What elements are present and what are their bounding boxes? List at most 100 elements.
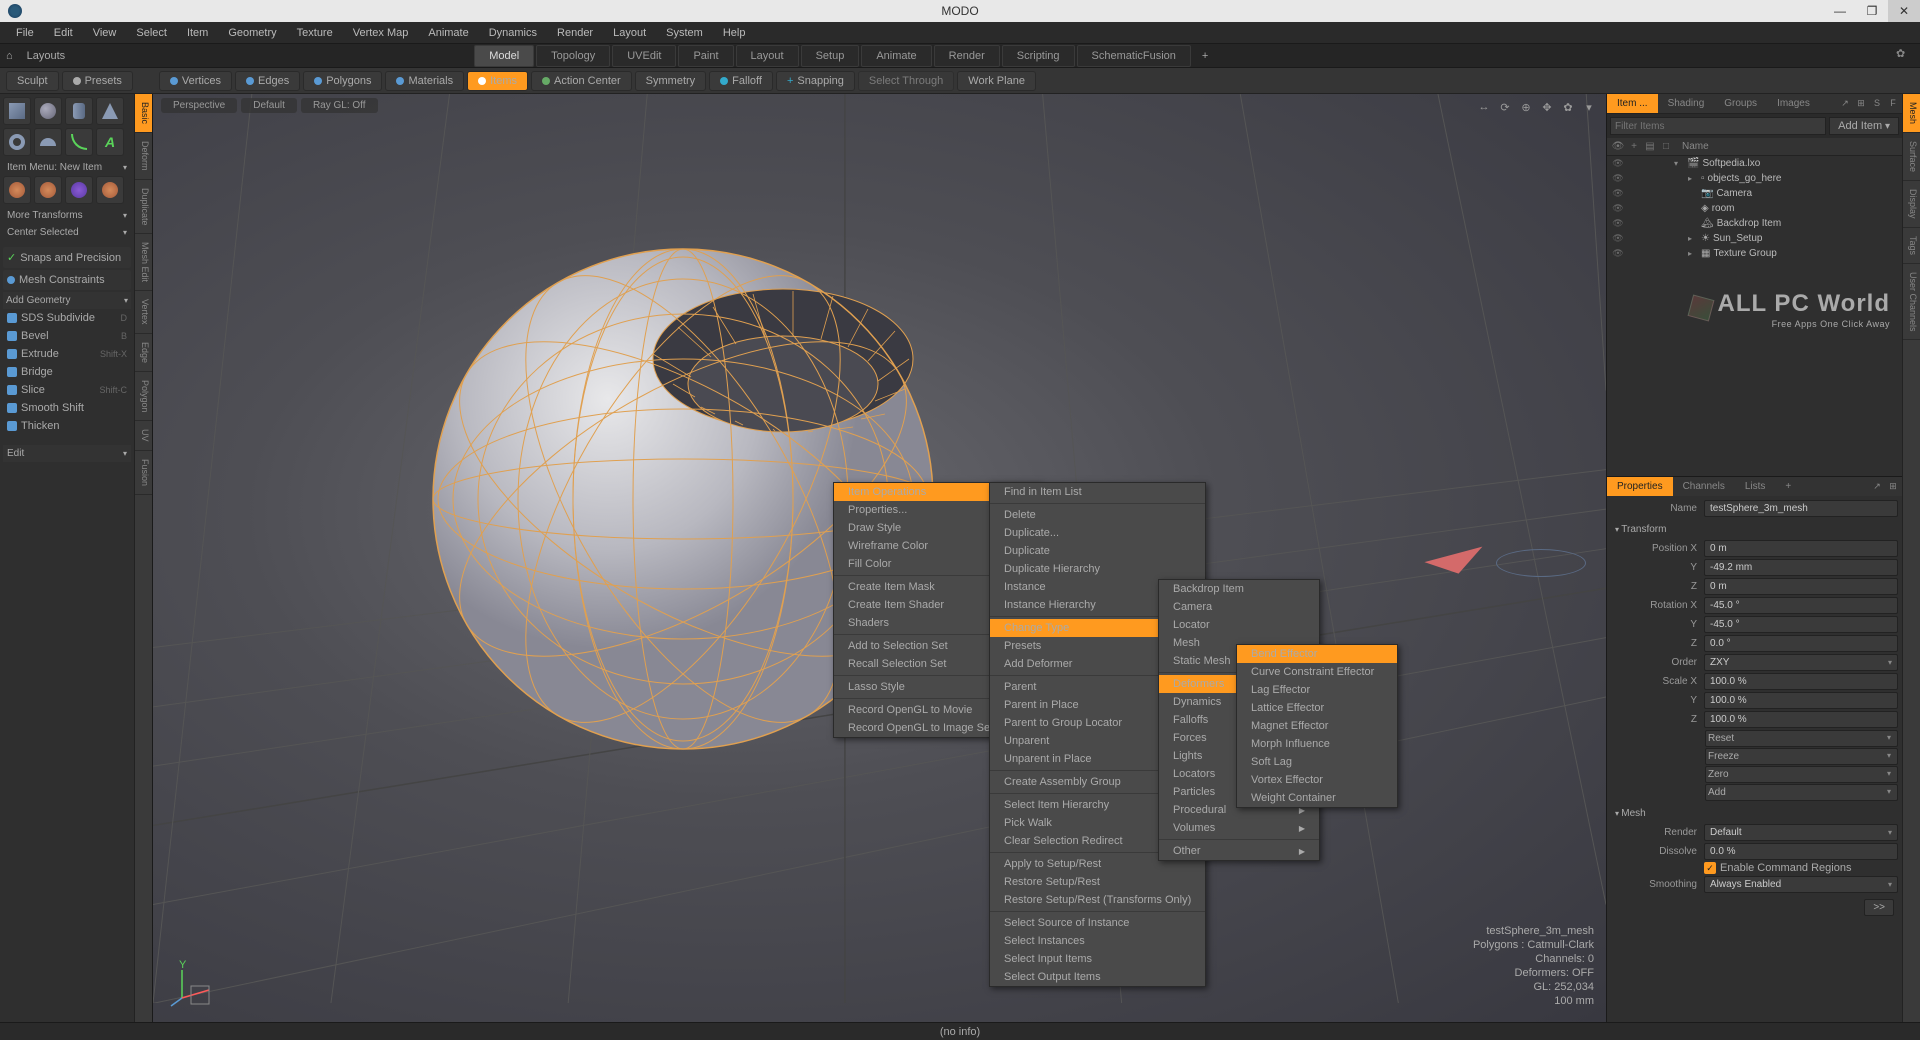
menu-texture[interactable]: Texture — [287, 22, 343, 44]
right-side-tab-tags[interactable]: Tags — [1903, 228, 1920, 264]
panel-tab-item[interactable]: Item ... — [1607, 94, 1658, 113]
go-button[interactable]: >> — [1864, 899, 1894, 916]
snapping-button[interactable]: +Snapping — [776, 71, 855, 91]
name-field[interactable]: testSphere_3m_mesh — [1704, 500, 1898, 517]
layout-tab-layout[interactable]: Layout — [736, 45, 799, 67]
panel-tab-icon-0[interactable]: ↗ — [1838, 96, 1852, 110]
snaps-section[interactable]: ✓Snaps and Precision — [3, 247, 131, 268]
side-tab-basic[interactable]: Basic — [135, 94, 152, 133]
action-center-button[interactable]: Action Center — [531, 71, 632, 91]
menu-item-lag-effector[interactable]: Lag Effector — [1237, 681, 1397, 699]
add-item-button[interactable]: Add Item ▾ — [1829, 117, 1899, 135]
minimize-button[interactable]: — — [1824, 0, 1856, 22]
falloff-button[interactable]: Falloff — [709, 71, 773, 91]
reset-button[interactable]: Reset — [1705, 730, 1898, 747]
enable-cmd-checkbox[interactable]: ✓ — [1704, 862, 1716, 874]
menu-item-duplicate[interactable]: Duplicate — [990, 542, 1205, 560]
symmetry-button[interactable]: Symmetry — [635, 71, 707, 91]
side-tab-mesh-edit[interactable]: Mesh Edit — [135, 234, 152, 291]
items-button[interactable]: Items — [467, 71, 528, 91]
constraints-section[interactable]: Mesh Constraints — [3, 270, 131, 290]
freeze-button[interactable]: Freeze — [1705, 748, 1898, 765]
work-plane-button[interactable]: Work Plane — [957, 71, 1036, 91]
panel-tab-icon-1[interactable]: ⊞ — [1854, 96, 1868, 110]
settings-gear-icon[interactable]: ✿ — [1896, 47, 1914, 65]
menu-item-vortex-effector[interactable]: Vortex Effector — [1237, 771, 1397, 789]
tree-row-objects-go-here[interactable]: 👁▸▫objects_go_here — [1607, 171, 1902, 186]
edges-button[interactable]: Edges — [235, 71, 300, 91]
primitive-sphere-button[interactable] — [34, 97, 62, 125]
menu-item-magnet-effector[interactable]: Magnet Effector — [1237, 717, 1397, 735]
close-button[interactable]: ✕ — [1888, 0, 1920, 22]
vertices-button[interactable]: Vertices — [159, 71, 232, 91]
menu-item-weight-container[interactable]: Weight Container — [1237, 789, 1397, 807]
props-tab-properties[interactable]: Properties — [1607, 477, 1673, 496]
menu-item-curve-constraint-effector[interactable]: Curve Constraint Effector — [1237, 663, 1397, 681]
menu-item-other[interactable]: Other▶ — [1159, 842, 1319, 860]
tool-bridge[interactable]: Bridge — [3, 363, 131, 381]
tree-header-icon-2[interactable]: ▤ — [1642, 141, 1658, 152]
viewport-nav-4[interactable]: ✿ — [1559, 98, 1577, 116]
menu-item-duplicate-hierarchy[interactable]: Duplicate Hierarchy — [990, 560, 1205, 578]
viewport-nav-0[interactable]: ↔ — [1475, 98, 1493, 116]
menu-vertex-map[interactable]: Vertex Map — [343, 22, 419, 44]
panel-tab-icon-2[interactable]: S — [1870, 96, 1884, 110]
viewport-nav-5[interactable]: ▾ — [1580, 98, 1598, 116]
tool-smooth-shift[interactable]: Smooth Shift — [3, 399, 131, 417]
tool-bevel[interactable]: BevelB — [3, 327, 131, 345]
menu-item-volumes[interactable]: Volumes▶ — [1159, 819, 1319, 837]
layout-tab-paint[interactable]: Paint — [678, 45, 733, 67]
add-tab-button[interactable]: + — [1192, 46, 1218, 66]
menu-select[interactable]: Select — [126, 22, 177, 44]
menu-render[interactable]: Render — [547, 22, 603, 44]
viewport-nav-1[interactable]: ⟳ — [1496, 98, 1514, 116]
right-side-tab-mesh[interactable]: Mesh — [1903, 94, 1920, 133]
order-dropdown[interactable]: ZXY — [1704, 654, 1898, 671]
presets-button[interactable]: Presets — [62, 71, 133, 91]
tree-header-icon-0[interactable]: 👁 — [1610, 141, 1626, 152]
viewport-nav-3[interactable]: ✥ — [1538, 98, 1556, 116]
menu-item-morph-influence[interactable]: Morph Influence — [1237, 735, 1397, 753]
menu-edit[interactable]: Edit — [44, 22, 83, 44]
props-tab-icon-0[interactable]: ↗ — [1870, 479, 1884, 493]
menu-item-lattice-effector[interactable]: Lattice Effector — [1237, 699, 1397, 717]
tool-extrude[interactable]: ExtrudeShift-X — [3, 345, 131, 363]
primitive-text-button[interactable]: A — [96, 128, 124, 156]
zero-button[interactable]: Zero — [1705, 766, 1898, 783]
panel-tab-groups[interactable]: Groups — [1714, 94, 1767, 113]
props-tab-icon-1[interactable]: ⊞ — [1886, 479, 1900, 493]
side-tab-vertex[interactable]: Vertex — [135, 291, 152, 334]
menu-item-camera[interactable]: Camera — [1159, 598, 1319, 616]
layout-tab-animate[interactable]: Animate — [861, 45, 931, 67]
menu-item-backdrop-item[interactable]: Backdrop Item — [1159, 580, 1319, 598]
menu-item-bend-effector[interactable]: Bend Effector — [1237, 645, 1397, 663]
home-icon[interactable]: ⌂ — [6, 50, 13, 62]
materials-button[interactable]: Materials — [385, 71, 464, 91]
menu-item[interactable]: Item — [177, 22, 218, 44]
viewport-3d[interactable]: PerspectiveDefaultRay GL: Off ↔⟳⊕✥✿▾ — [153, 94, 1606, 1022]
layouts-dropdown[interactable]: Layouts — [19, 48, 74, 64]
menu-dynamics[interactable]: Dynamics — [479, 22, 547, 44]
position-x-field[interactable]: 0 m — [1704, 540, 1898, 557]
primitive-cube-button[interactable] — [3, 97, 31, 125]
mesh-section[interactable]: Mesh — [1611, 805, 1898, 822]
right-side-tab-user-channels[interactable]: User Channels — [1903, 264, 1920, 341]
tree-row-camera[interactable]: 👁📷Camera — [1607, 186, 1902, 201]
menu-system[interactable]: System — [656, 22, 713, 44]
layout-tab-render[interactable]: Render — [934, 45, 1000, 67]
tree-row-softpedia-lxo[interactable]: 👁▾🎬Softpedia.lxo — [1607, 156, 1902, 171]
viewport-pill-ray-gl[interactable]: Ray GL: Off — [301, 98, 378, 113]
side-tab-fusion[interactable]: Fusion — [135, 451, 152, 495]
menu-geometry[interactable]: Geometry — [218, 22, 286, 44]
primitive-torus-button[interactable] — [3, 128, 31, 156]
transform-move-button[interactable] — [3, 176, 31, 204]
tree-row-sun-setup[interactable]: 👁▸☀Sun_Setup — [1607, 231, 1902, 246]
scale-z-field[interactable]: 100.0 % — [1704, 711, 1898, 728]
item-menu-dropdown[interactable]: Item Menu: New Item — [3, 159, 131, 176]
menu-item-delete[interactable]: Delete — [990, 506, 1205, 524]
menu-item-restore-setup-rest[interactable]: Restore Setup/Rest — [990, 873, 1205, 891]
layout-tab-setup[interactable]: Setup — [801, 45, 860, 67]
layout-tab-model[interactable]: Model — [474, 45, 534, 67]
panel-tab-icon-3[interactable]: F — [1886, 96, 1900, 110]
dissolve-field[interactable]: 0.0 % — [1704, 843, 1898, 860]
